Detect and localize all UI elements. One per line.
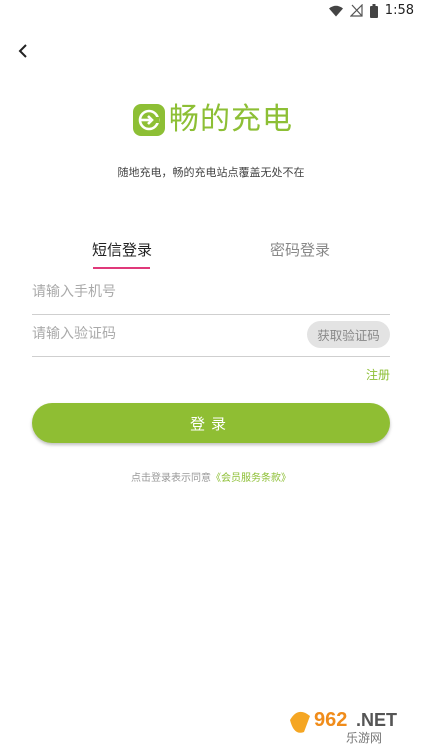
svg-text:962: 962 xyxy=(314,709,347,731)
get-code-button[interactable]: 获取验证码 xyxy=(307,321,390,348)
verification-code-input[interactable] xyxy=(32,326,282,342)
back-button[interactable] xyxy=(10,38,36,64)
tab-sms-login[interactable]: 短信登录 xyxy=(67,239,177,260)
active-tab-indicator xyxy=(93,267,150,269)
login-button[interactable]: 登录 xyxy=(32,403,390,443)
phone-input[interactable] xyxy=(32,284,282,300)
verification-code-field: 获取验证码 xyxy=(32,316,390,357)
slogan-text: 随地充电，畅的充电站点覆盖无处不在 xyxy=(117,166,305,179)
svg-text:.NET: .NET xyxy=(356,710,397,730)
svg-text:乐游网: 乐游网 xyxy=(346,731,382,745)
status-icons: 1:58 xyxy=(328,3,414,18)
chevron-left-icon xyxy=(18,44,27,58)
wifi-icon xyxy=(328,5,343,16)
charging-plug-icon xyxy=(133,104,165,136)
battery-icon xyxy=(369,3,378,18)
brand-name: 畅的充电 xyxy=(169,102,293,137)
status-bar: 1:58 xyxy=(0,0,422,24)
site-watermark-logo: 962 .NET 乐游网 xyxy=(284,702,416,746)
agreement-text: 点击登录表示同意《会员服务条款》 xyxy=(0,469,422,484)
no-signal-icon xyxy=(349,4,363,17)
phone-field xyxy=(32,274,390,315)
agreement-prefix: 点击登录表示同意 xyxy=(131,473,211,484)
tab-password-login[interactable]: 密码登录 xyxy=(245,239,355,260)
status-time: 1:58 xyxy=(384,3,414,18)
member-terms-link[interactable]: 《会员服务条款》 xyxy=(211,473,291,484)
brand-logo: 畅的充电 xyxy=(133,100,293,140)
register-link[interactable]: 注册 xyxy=(366,366,390,383)
